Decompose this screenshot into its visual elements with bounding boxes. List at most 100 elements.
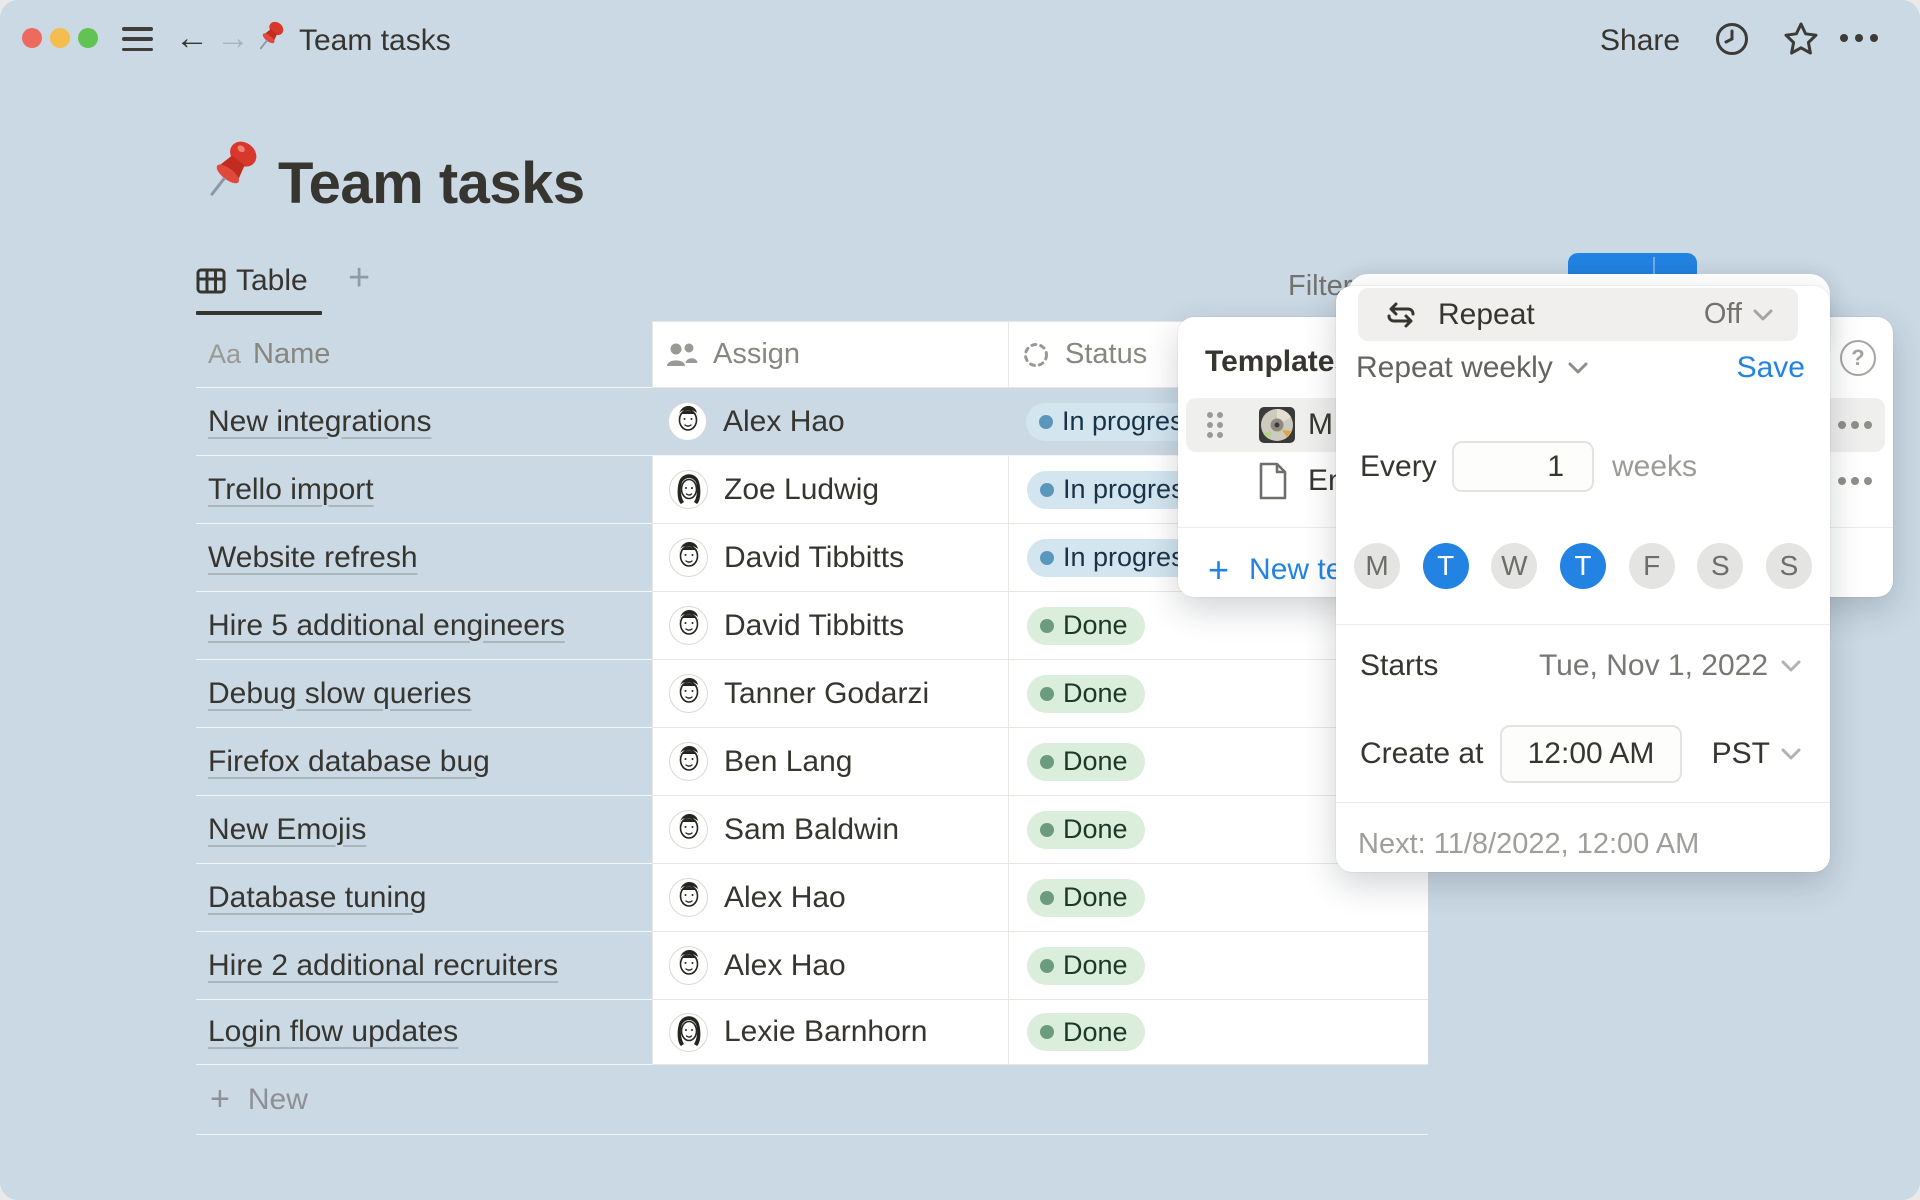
- interval-row: Every 1 weeks: [1360, 441, 1437, 492]
- start-date-value: Tue, Nov 1, 2022: [1539, 649, 1768, 683]
- weekday-selector: MTWTFSS: [1354, 543, 1812, 589]
- task-name-cell[interactable]: Hire 5 additional engineers: [196, 592, 652, 660]
- assignee-avatar: [669, 742, 708, 781]
- task-name-cell[interactable]: Firefox database bug: [196, 728, 652, 796]
- window-titlebar: ← → Team tasks Share: [0, 0, 1920, 73]
- table-row: Firefox database bugBen LangDone: [196, 728, 1428, 796]
- assignee-cell[interactable]: Tanner Godarzi: [652, 660, 1008, 728]
- status-label: In progress: [1062, 406, 1197, 437]
- status-dot-icon: [1040, 959, 1054, 973]
- more-options-icon[interactable]: [1840, 21, 1878, 55]
- drag-handle-icon[interactable]: [1207, 412, 1223, 438]
- assignee-name: David Tibbitts: [724, 609, 904, 643]
- table-row: Hire 2 additional recruitersAlex Hao Done: [196, 932, 1428, 1000]
- table-view-icon: [196, 267, 226, 295]
- repeat-menu-row[interactable]: Repeat Off: [1358, 288, 1798, 341]
- weekday-toggle[interactable]: W: [1491, 543, 1537, 589]
- template-more-options-icon[interactable]: [1838, 477, 1872, 485]
- chevron-down-icon: [1780, 747, 1802, 761]
- add-view-button[interactable]: +: [348, 257, 370, 300]
- assignee-cell[interactable]: Ben Lang: [652, 728, 1008, 796]
- template-more-options-icon[interactable]: [1838, 421, 1872, 429]
- status-dot-icon: [1040, 891, 1054, 905]
- status-badge: Done: [1027, 947, 1145, 985]
- weekday-toggle[interactable]: T: [1560, 543, 1606, 589]
- sidebar-menu-icon[interactable]: [122, 27, 153, 51]
- tab-table-label: Table: [236, 264, 308, 298]
- help-icon[interactable]: ?: [1840, 340, 1876, 376]
- assignee-cell[interactable]: Alex Hao: [652, 932, 1008, 1000]
- assignee-name: David Tibbitts: [724, 541, 904, 575]
- assignee-cell[interactable]: David Tibbitts: [652, 524, 1008, 592]
- active-tab-underline: [196, 311, 322, 315]
- task-name-cell[interactable]: Database tuning: [196, 864, 652, 932]
- task-name-cell[interactable]: Trello import: [196, 456, 652, 524]
- template-name: M: [1308, 408, 1333, 442]
- start-date-dropdown[interactable]: Tue, Nov 1, 2022: [1539, 649, 1802, 683]
- status-dot-icon: [1040, 823, 1054, 837]
- weekday-toggle[interactable]: S: [1697, 543, 1743, 589]
- task-name-cell[interactable]: Hire 2 additional recruiters: [196, 932, 652, 1000]
- tab-table[interactable]: Table: [196, 264, 308, 300]
- next-occurrence-text: Next: 11/8/2022, 12:00 AM: [1358, 828, 1699, 861]
- app-window: ← → Team tasks Share Team tasks Table + …: [0, 0, 1920, 1200]
- task-name-cell[interactable]: Debug slow queries: [196, 660, 652, 728]
- column-header-assign[interactable]: Assign: [652, 321, 1008, 388]
- weekday-toggle[interactable]: M: [1354, 543, 1400, 589]
- weekday-toggle[interactable]: T: [1423, 543, 1469, 589]
- weekday-toggle[interactable]: F: [1629, 543, 1675, 589]
- interval-label: Every: [1360, 450, 1437, 484]
- task-name-cell[interactable]: New integrations: [196, 388, 652, 456]
- table-row: Login flow updates Lexie Barnhorn Done: [196, 1000, 1428, 1065]
- assignee-cell[interactable]: Alex Hao: [652, 864, 1008, 932]
- favorite-star-icon[interactable]: [1782, 21, 1820, 62]
- close-window-button[interactable]: [22, 28, 42, 48]
- timezone-dropdown[interactable]: PST: [1712, 737, 1802, 771]
- add-row-button[interactable]: + New: [196, 1065, 1428, 1135]
- share-button[interactable]: Share: [1600, 24, 1680, 58]
- status-badge: Done: [1027, 675, 1145, 713]
- assignee-avatar: [669, 606, 708, 645]
- status-cell[interactable]: Done: [1008, 1000, 1428, 1065]
- zoom-window-button[interactable]: [78, 28, 98, 48]
- person-property-icon: [665, 342, 699, 368]
- status-label: Done: [1063, 814, 1128, 845]
- assignee-cell[interactable]: Zoe Ludwig: [652, 456, 1008, 524]
- assignee-name: Lexie Barnhorn: [724, 1015, 927, 1049]
- chevron-down-icon: [1752, 308, 1774, 322]
- task-name-cell[interactable]: Website refresh: [196, 524, 652, 592]
- time-input[interactable]: 12:00 AM: [1500, 725, 1682, 783]
- save-button[interactable]: Save: [1737, 351, 1805, 385]
- divider: [1336, 624, 1830, 625]
- task-name: Login flow updates: [208, 1015, 458, 1049]
- assignee-cell[interactable]: Sam Baldwin: [652, 796, 1008, 864]
- repeat-state-dropdown[interactable]: Off: [1704, 298, 1774, 331]
- table-row: Debug slow queriesTanner Godarzi Done: [196, 660, 1428, 728]
- assignee-cell[interactable]: Alex Hao: [652, 388, 1008, 456]
- status-dot-icon: [1040, 755, 1054, 769]
- column-header-status-label: Status: [1065, 338, 1147, 371]
- status-cell[interactable]: Done: [1008, 864, 1428, 932]
- assignee-cell[interactable]: David Tibbitts: [652, 592, 1008, 660]
- page-icon-pushpin[interactable]: [203, 138, 265, 211]
- chevron-down-icon: [1780, 659, 1802, 673]
- titlebar-page-title: Team tasks: [299, 24, 451, 58]
- minimize-window-button[interactable]: [50, 28, 70, 48]
- status-property-icon: [1021, 340, 1051, 370]
- weekday-toggle[interactable]: S: [1766, 543, 1812, 589]
- status-cell[interactable]: Done: [1008, 932, 1428, 1000]
- repeat-popup: Repeat Off Repeat weekly Save Every 1 we…: [1336, 286, 1830, 872]
- repeat-state-value: Off: [1704, 298, 1742, 331]
- column-header-name[interactable]: Aa Name: [196, 321, 652, 388]
- task-name-cell[interactable]: Login flow updates: [196, 1000, 652, 1065]
- updates-clock-icon[interactable]: [1714, 21, 1750, 62]
- table-row: Hire 5 additional engineers David Tibbitt…: [196, 592, 1428, 660]
- forward-button[interactable]: →: [216, 20, 250, 56]
- task-name-cell[interactable]: New Emojis: [196, 796, 652, 864]
- assignee-cell[interactable]: Lexie Barnhorn: [652, 1000, 1008, 1065]
- status-badge: Done: [1027, 607, 1145, 645]
- interval-input[interactable]: 1: [1452, 441, 1594, 492]
- frequency-dropdown[interactable]: Repeat weekly: [1356, 351, 1553, 385]
- status-label: Done: [1063, 950, 1128, 981]
- back-button[interactable]: ←: [175, 20, 209, 56]
